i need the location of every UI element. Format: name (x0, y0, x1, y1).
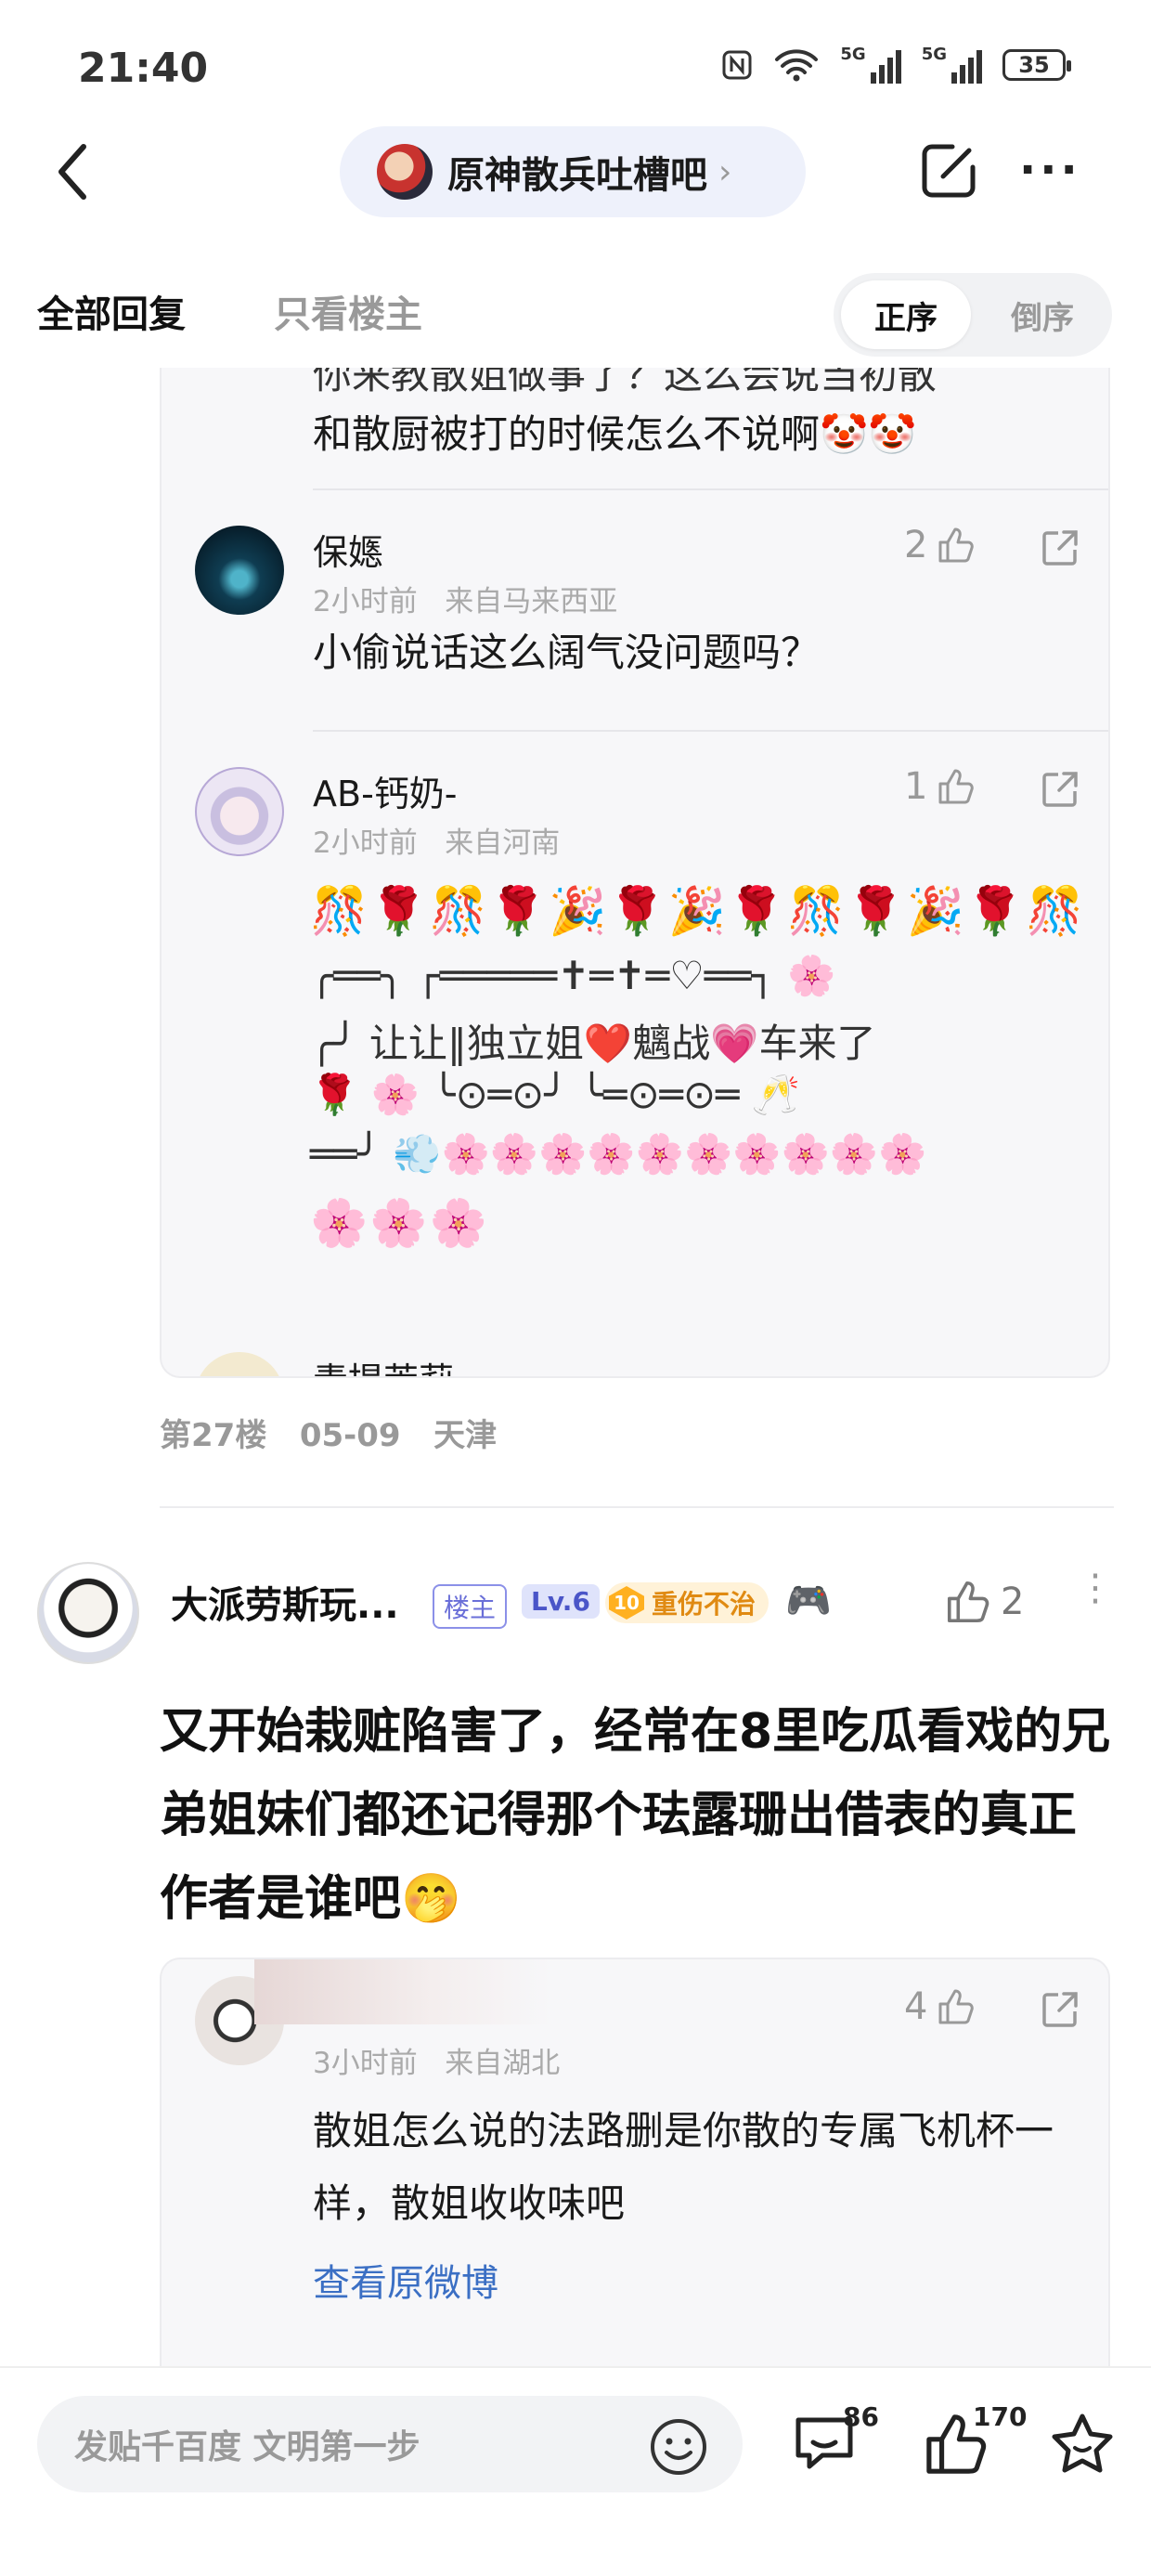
floor-location: 天津 (433, 1417, 498, 1454)
reply-time: 2小时前 (313, 826, 418, 860)
wifi-icon (775, 49, 819, 82)
like-count: 2 (1001, 1581, 1025, 1623)
emoji-art-line: ══╯ 💨🌸🌸🌸🌸🌸🌸🌸🌸🌸🌸 (310, 1131, 927, 1177)
avatar[interactable] (195, 1352, 284, 1376)
like-count: 4 (904, 1985, 928, 2028)
reply-author[interactable]: AB-钙奶- (313, 765, 458, 816)
tab-all-replies[interactable]: 全部回复 (37, 284, 186, 338)
emoji-art-line: 🌸🌸🌸 (310, 1196, 489, 1250)
edit-icon[interactable] (919, 139, 980, 201)
thumb-up-icon (938, 1989, 975, 2024)
sort-toggle: 正序 倒序 (834, 273, 1112, 357)
like-count: 170 (973, 2401, 1028, 2432)
post-more-icon[interactable]: ⋮ (1077, 1569, 1114, 1607)
reply-location: 来自湖北 (445, 2047, 561, 2080)
reply-text: 小偷说话这么阔气没问题吗？ (313, 630, 821, 675)
battery-icon: 35 (1002, 49, 1071, 81)
op-badge: 楼主 (433, 1584, 508, 1629)
divider (313, 730, 1108, 732)
smile-icon[interactable] (648, 2416, 709, 2478)
post-author[interactable]: 大派劳斯玩... (171, 1575, 399, 1629)
reply-input[interactable]: 发贴千百度 文明第一步 (37, 2396, 743, 2492)
signal-icon-1: 5G (840, 46, 901, 84)
level-badge: Lv.6 (522, 1584, 600, 1619)
chevron-right-icon: › (718, 152, 732, 191)
bottom-bar: 发贴千百度 文明第一步 86 170 (0, 2366, 1151, 2576)
post-like-button[interactable]: 2 (945, 1579, 1024, 1625)
thumb-up-icon (938, 769, 975, 804)
reply-location: 来自河南 (445, 826, 561, 860)
reply-text: 和散厨被打的时候怎么不说啊🤡🤡 (313, 411, 917, 457)
thumb-up-icon (938, 527, 975, 563)
blurred-name (254, 1959, 551, 2024)
sort-desc-button[interactable]: 倒序 (982, 280, 1103, 349)
floor-number: 第27楼 (160, 1417, 267, 1454)
signal-icon-2: 5G (922, 46, 982, 84)
reply-meta: 2小时前 来自河南 (313, 819, 560, 861)
reply-meta: 3小时前 来自湖北 (313, 2039, 560, 2081)
forum-name: 原神散兵吐槽吧 (447, 154, 707, 197)
emoji-art-line: 🎊🌹🎊🌹🎉🌹🎉🌹🎊🌹🎉🌹🎊 (310, 884, 1086, 938)
reply-text-cut: 你来教散姐做事了？这么会说当初散 (313, 368, 938, 397)
nfc-icon (722, 50, 752, 80)
like-button[interactable]: 4 (904, 1985, 976, 2028)
share-icon[interactable] (1040, 769, 1080, 810)
divider (160, 1506, 1114, 1508)
reply-author[interactable]: 青提茉莉 (313, 1352, 454, 1376)
reply-author[interactable]: 保嫕 (313, 524, 383, 575)
avatar[interactable] (195, 526, 284, 615)
game-badge-icon: 🎮 (785, 1580, 832, 1622)
reply-time: 3小时前 (313, 2047, 418, 2080)
floor-date: 05-09 (299, 1417, 401, 1454)
emoji-art-line: 🌹 🌸 ╰⊙═⊙╯ ╰═⊙═⊙═ 🥂 (310, 1072, 801, 1117)
back-arrow-icon[interactable] (48, 139, 104, 204)
forum-header-button[interactable]: 原神散兵吐槽吧 › (340, 126, 806, 217)
sort-asc-button[interactable]: 正序 (841, 280, 971, 349)
view-weibo-link[interactable]: 查看原微博 (313, 2253, 498, 2307)
title-badge-text: 重伤不治 (652, 1589, 757, 1620)
share-icon[interactable] (1040, 1989, 1080, 2030)
star-icon[interactable] (1049, 2411, 1116, 2478)
forum-avatar (377, 144, 433, 200)
like-count: 2 (904, 524, 928, 566)
like-button[interactable]: 1 (904, 765, 976, 808)
status-time: 21:40 (78, 45, 209, 92)
reply-location: 来自马来西亚 (445, 585, 618, 618)
emoji-art-line: ╭══╮ ┌═════✝═✝═♡══┐ 🌸 (310, 953, 836, 998)
reply-time: 2小时前 (313, 585, 418, 618)
thumb-up-icon (947, 1581, 989, 1623)
divider (313, 488, 1108, 490)
sub-reply-list: 你来教散姐做事了？这么会说当初散 和散厨被打的时候怎么不说啊🤡🤡 保嫕 2小时前… (160, 368, 1110, 1378)
post-content: 又开始栽赃陷害了，经常在8里吃瓜看戏的兄弟姐妹们都还记得那个珐露珊出借表的真正作… (160, 1704, 1111, 1927)
status-icons: 5G 5G 35 (721, 46, 1071, 84)
emoji-art-line: ╭╯ 让让‖独立姐❤️魑战💗车来了 (310, 1021, 876, 1066)
comment-count: 86 (843, 2401, 879, 2432)
like-count: 1 (904, 765, 928, 808)
tab-op-only[interactable]: 只看楼主 (274, 284, 422, 338)
reply-meta: 2小时前 来自马来西亚 (313, 578, 617, 619)
like-button[interactable]: 2 (904, 524, 976, 566)
avatar[interactable] (195, 767, 284, 856)
title-badge: 10 重伤不治 (605, 1582, 769, 1623)
share-icon[interactable] (1040, 527, 1080, 568)
reply-text: 散姐怎么说的法路删是你散的专属飞机杯一样，散姐收收味吧 (313, 2108, 1054, 2226)
author-avatar[interactable] (37, 1562, 139, 1664)
floor-meta: 第27楼 05-09 天津 (160, 1410, 497, 1455)
rank-badge: 10 (609, 1586, 644, 1620)
more-icon[interactable]: ··· (1019, 148, 1081, 192)
